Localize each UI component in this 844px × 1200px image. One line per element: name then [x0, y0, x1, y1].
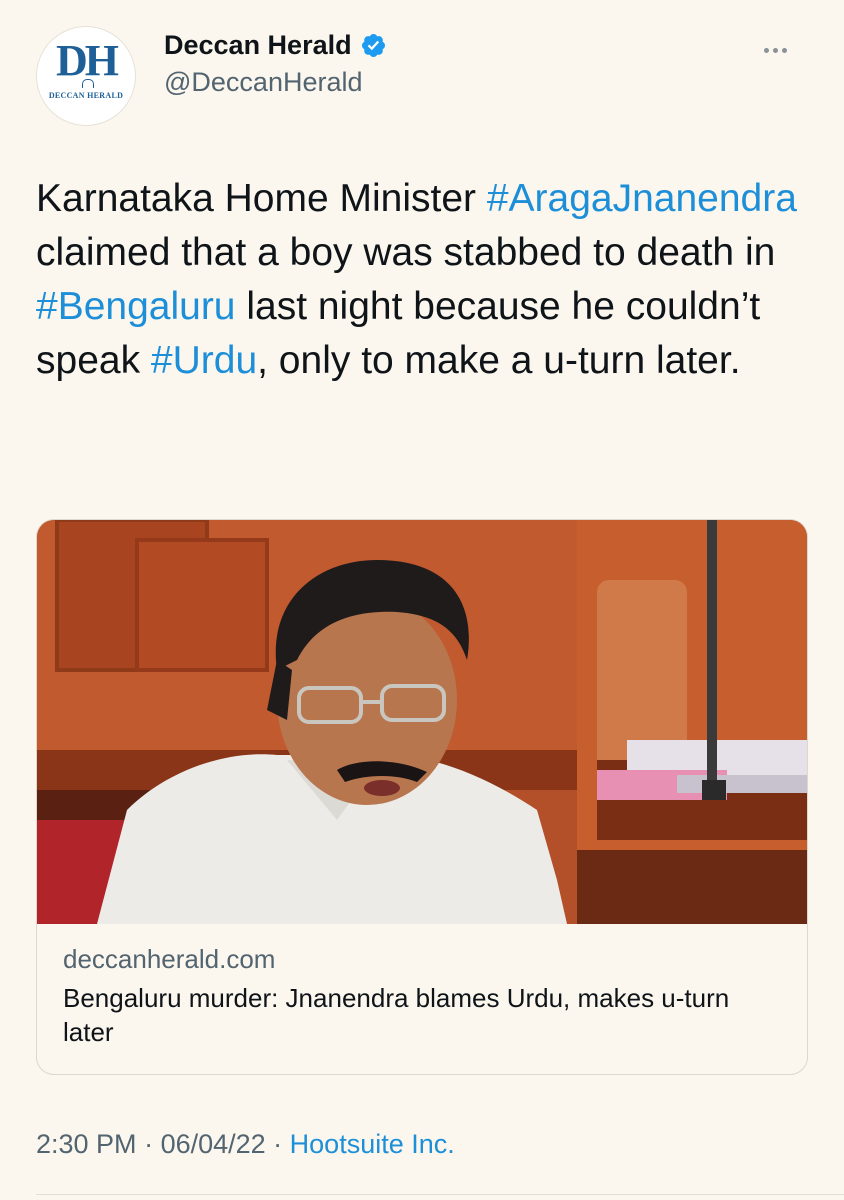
tweet-text-segment: Karnataka Home Minister: [36, 177, 487, 220]
divider: [36, 1194, 844, 1195]
hashtag-link[interactable]: #Bengaluru: [36, 285, 236, 328]
meta-separator: ·: [265, 1129, 290, 1159]
verified-badge-icon: [361, 33, 385, 58]
tweet-meta: 2:30 PM · 06/04/22 · Hootsuite Inc.: [36, 1129, 455, 1160]
hashtag-link[interactable]: #Urdu: [151, 339, 257, 382]
dot-icon: [773, 48, 778, 53]
card-meta: deccanherald.com Bengaluru murder: Jnane…: [63, 944, 783, 1049]
card-title[interactable]: Bengaluru murder: Jnanendra blames Urdu,…: [63, 981, 783, 1049]
tweet-text-segment: , only to make a u-turn later.: [257, 339, 741, 382]
display-name[interactable]: Deccan Herald: [164, 30, 352, 61]
user-handle[interactable]: @DeccanHerald: [164, 67, 387, 98]
tweet-text: Karnataka Home Minister #AragaJnanendra …: [36, 172, 816, 388]
tweet-time[interactable]: 2:30 PM: [36, 1129, 137, 1159]
dot-icon: [782, 48, 787, 53]
tweet-source-link[interactable]: Hootsuite Inc.: [290, 1129, 455, 1159]
card-image: [37, 520, 807, 924]
author-info: Deccan Herald @DeccanHerald: [164, 30, 387, 98]
tweet-text-segment: claimed that a boy was stabbed to death …: [36, 231, 776, 274]
logo-subtext: DECCAN HERALD: [48, 91, 124, 100]
link-card[interactable]: deccanherald.com Bengaluru murder: Jnane…: [36, 519, 808, 1075]
profile-avatar[interactable]: DH DECCAN HERALD: [36, 26, 136, 126]
more-options-icon[interactable]: [762, 40, 802, 60]
tweet-header: DH DECCAN HERALD Deccan Herald @DeccanHe…: [36, 26, 808, 126]
meta-separator: ·: [136, 1129, 161, 1159]
card-domain: deccanherald.com: [63, 944, 276, 974]
hashtag-link[interactable]: #AragaJnanendra: [487, 177, 797, 220]
name-row: Deccan Herald: [164, 30, 387, 61]
tweet-date[interactable]: 06/04/22: [161, 1129, 266, 1159]
dot-icon: [764, 48, 769, 53]
logo-emblem-icon: [82, 79, 94, 88]
